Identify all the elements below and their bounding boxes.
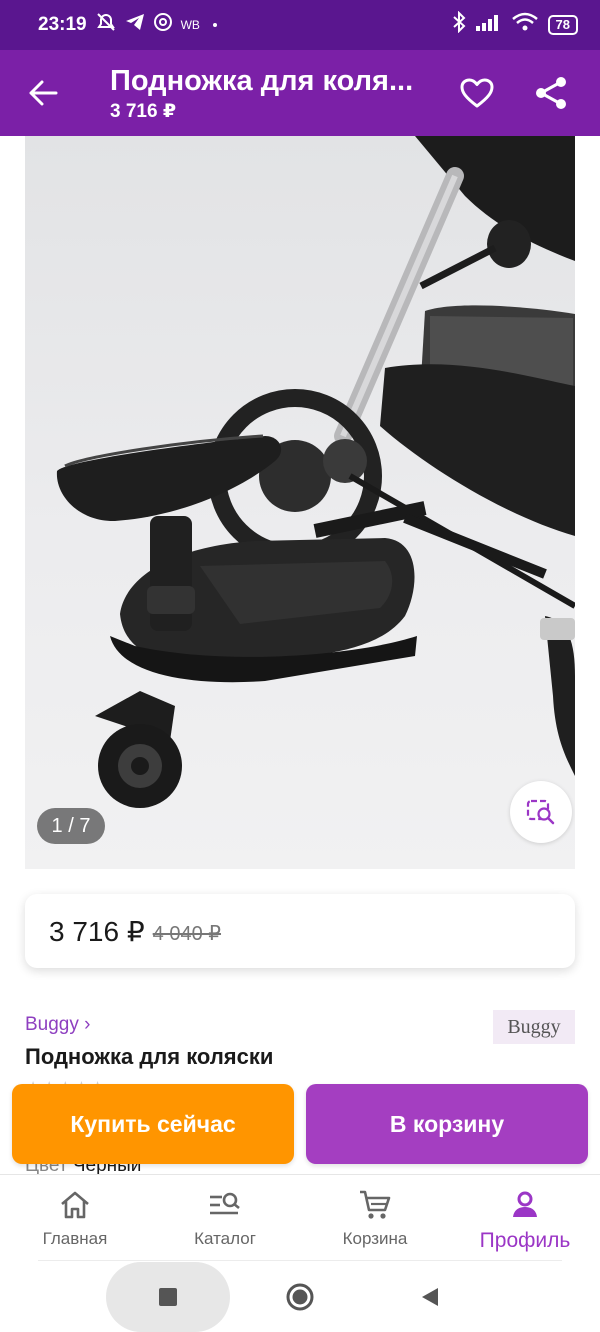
page-title: Подножка для коля... [110, 65, 414, 97]
signal-icon [475, 13, 502, 37]
nav-catalog-label: Каталог [194, 1229, 256, 1248]
nav-cart-label: Корзина [342, 1229, 408, 1248]
arrow-left-icon [29, 80, 58, 106]
heart-icon [460, 78, 494, 108]
status-bar: 23:19 WB 78 [0, 0, 600, 50]
telegram-icon [125, 13, 145, 37]
triangle-back-icon [422, 1288, 438, 1306]
circle-icon [286, 1283, 314, 1311]
status-right: 78 [452, 10, 578, 39]
battery-indicator: 78 [547, 15, 578, 35]
nav-cart[interactable]: Корзина [300, 1175, 450, 1262]
nav-home[interactable]: Главная [0, 1175, 150, 1262]
status-time: 23:19 [38, 14, 87, 35]
product-name: Подножка для коляски [25, 1044, 274, 1069]
image-counter: 1 / 7 [37, 808, 105, 844]
nav-divider [38, 1260, 562, 1261]
share-button[interactable] [530, 72, 572, 114]
buy-now-button[interactable]: Купить сейчас [12, 1084, 294, 1164]
add-to-cart-button[interactable]: В корзину [306, 1084, 588, 1164]
brand-logo[interactable]: Buggy [493, 1010, 575, 1044]
nav-profile[interactable]: Профиль [450, 1175, 600, 1262]
app-bar: Подножка для коля... 3 716 ₽ [0, 50, 600, 136]
current-price: 3 716 ₽ [49, 915, 145, 947]
price-card: 3 716 ₽ 4 040 ₽ [25, 894, 575, 968]
nav-profile-label: Профиль [479, 1229, 571, 1252]
at-icon [153, 12, 173, 38]
mute-icon [95, 12, 117, 38]
bluetooth-icon [452, 10, 466, 39]
share-icon [536, 77, 566, 109]
back-system-button[interactable] [413, 1280, 447, 1314]
product-photo [56, 136, 575, 808]
favorite-button[interactable] [456, 72, 498, 114]
recents-button[interactable] [151, 1280, 185, 1314]
square-icon [159, 1288, 177, 1306]
title-block: Подножка для коля... 3 716 ₽ [110, 62, 430, 124]
home-system-button[interactable] [283, 1280, 317, 1314]
image-search-icon [526, 799, 555, 825]
system-navigation [0, 1262, 600, 1332]
wb-tag: WB [180, 18, 200, 32]
cart-icon [358, 1187, 392, 1223]
product-image-gallery[interactable]: 1 / 7 [25, 136, 575, 869]
bottom-navigation: Главная Каталог Корзина Профиль [0, 1174, 600, 1262]
profile-icon [509, 1187, 541, 1223]
home-icon [59, 1187, 91, 1223]
dot-icon [208, 14, 222, 36]
old-price: 4 040 ₽ [152, 922, 222, 945]
header-price: 3 716 ₽ [110, 101, 177, 122]
wifi-icon [511, 12, 538, 38]
catalog-search-icon [208, 1187, 242, 1223]
back-button[interactable] [22, 72, 64, 114]
nav-home-label: Главная [42, 1229, 108, 1248]
brand-link[interactable]: Buggy › [25, 1014, 90, 1036]
status-left: 23:19 WB [38, 12, 222, 38]
visual-search-button[interactable] [510, 781, 572, 843]
nav-catalog[interactable]: Каталог [150, 1175, 300, 1262]
